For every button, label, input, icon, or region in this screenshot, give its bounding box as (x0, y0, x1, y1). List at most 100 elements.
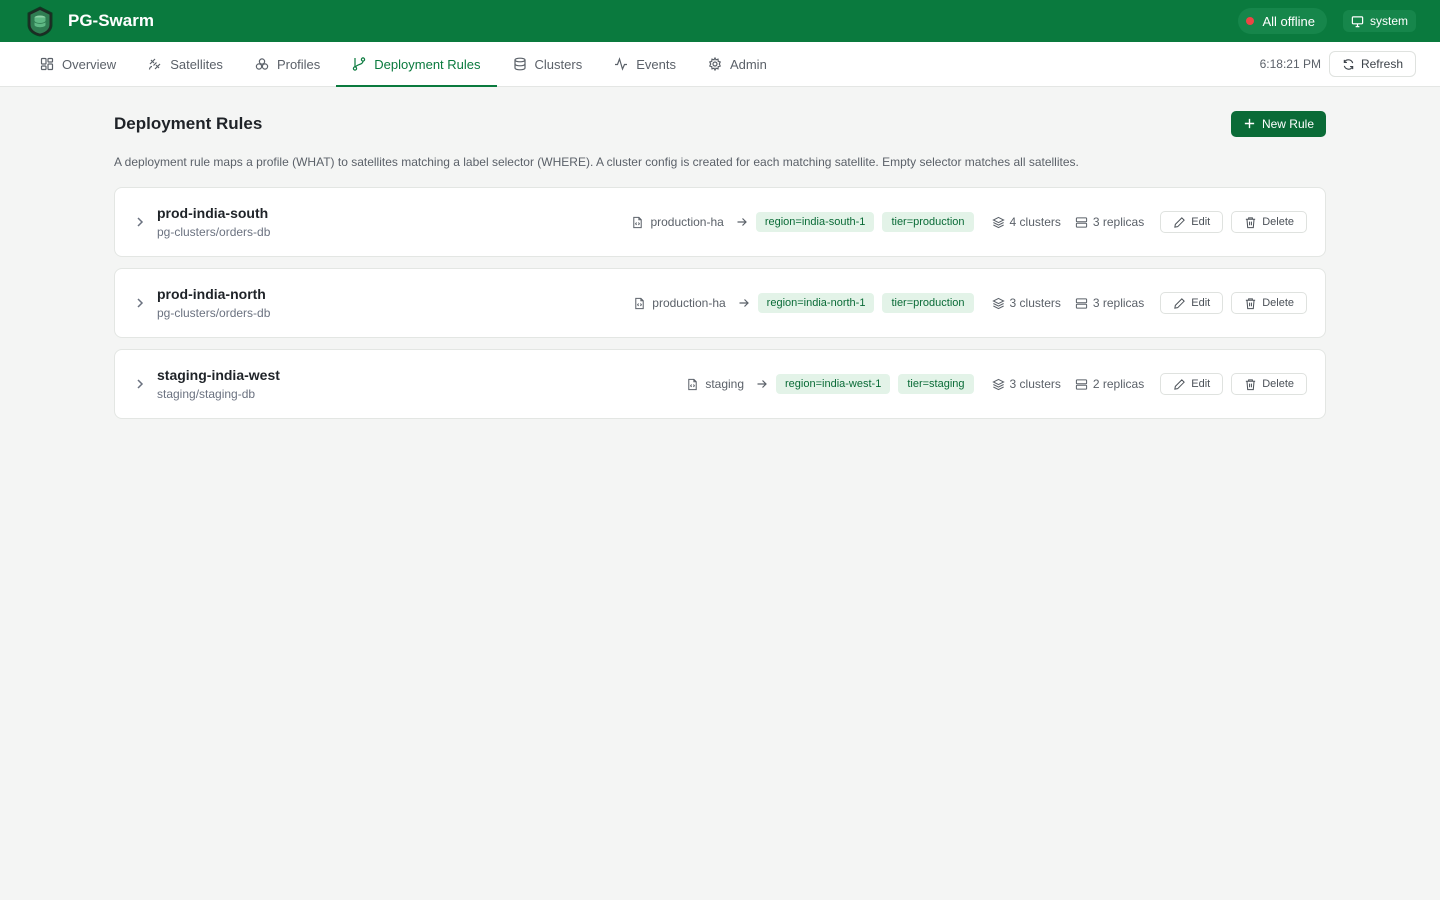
new-rule-label: New Rule (1261, 116, 1314, 131)
file-code-icon (633, 216, 643, 228)
rule-row[interactable]: prod-india-north pg-clusters/orders-db p… (114, 268, 1326, 338)
tab-events[interactable]: Events (598, 42, 692, 86)
page-description: A deployment rule maps a profile (WHAT) … (114, 155, 1079, 169)
delete-button[interactable]: Delete (1231, 373, 1307, 395)
user-badge[interactable]: system (1342, 10, 1416, 32)
clusters-count: 3 clusters (1009, 296, 1061, 310)
edit-button[interactable]: Edit (1160, 211, 1224, 233)
tab-admin[interactable]: Admin (692, 42, 783, 86)
satellite-icon (149, 58, 161, 70)
clusters-count: 3 clusters (1009, 377, 1061, 391)
tab-label: Events (636, 56, 676, 72)
edit-label: Edit (1191, 297, 1211, 309)
tab-label: Deployment Rules (374, 56, 481, 72)
label-selector-badge: tier=production (882, 212, 974, 232)
clusters-count: 4 clusters (1009, 215, 1061, 229)
connection-status-badge[interactable]: All offline (1238, 8, 1327, 34)
main-nav: Overview Satellites Profiles Deployment … (0, 42, 1440, 87)
file-code-icon (688, 378, 698, 390)
app-title: PG-Swarm (68, 11, 154, 30)
main-content: Deployment Rules New Rule A deployment r… (114, 110, 1326, 419)
database-icon (513, 57, 526, 71)
rule-replicas: 3 replicas (1075, 215, 1144, 229)
label-selector-badge: region=india-north-1 (757, 293, 875, 313)
trash-icon (1246, 378, 1256, 390)
rule-name: staging-india-west (157, 367, 280, 383)
connection-status-label: All offline (1262, 13, 1315, 29)
pg-swarm-logo-icon (24, 5, 56, 37)
rule-replicas: 2 replicas (1075, 377, 1144, 391)
rule-profile: production-ha (633, 296, 726, 310)
file-code-icon (635, 297, 645, 309)
plus-icon (1244, 118, 1255, 129)
git-branch-icon (353, 57, 366, 71)
chevron-right-icon[interactable] (133, 377, 147, 391)
monitor-icon (1351, 15, 1364, 27)
layers-icon (991, 216, 1005, 228)
tab-clusters[interactable]: Clusters (497, 42, 599, 86)
rule-row[interactable]: prod-india-south pg-clusters/orders-db p… (114, 187, 1326, 257)
replicas-count: 3 replicas (1092, 215, 1145, 229)
label-selector-badge: tier=staging (898, 374, 974, 394)
trash-icon (1246, 297, 1256, 309)
delete-button[interactable]: Delete (1231, 211, 1307, 233)
refresh-button[interactable]: Refresh (1328, 51, 1416, 77)
tab-label: Profiles (276, 56, 321, 72)
rule-profile-label: production-ha (652, 296, 726, 310)
label-selector-badge: region=india-south-1 (755, 212, 875, 232)
offline-dot-icon (1246, 17, 1255, 25)
pencil-icon (1174, 378, 1186, 390)
rule-replicas: 3 replicas (1075, 296, 1144, 310)
layers-icon (991, 297, 1005, 309)
edit-button[interactable]: Edit (1160, 292, 1224, 314)
tab-label: Admin (729, 56, 767, 72)
rule-namespace: staging/staging-db (157, 387, 256, 401)
rule-list: prod-india-south pg-clusters/orders-db p… (114, 187, 1326, 419)
rule-row[interactable]: staging-india-west staging/staging-db st… (114, 349, 1326, 419)
chevron-right-icon[interactable] (133, 296, 147, 310)
delete-button[interactable]: Delete (1231, 292, 1307, 314)
rule-profile: production-ha (631, 215, 724, 229)
replicas-count: 2 replicas (1092, 377, 1145, 391)
tab-satellites[interactable]: Satellites (132, 42, 239, 86)
arrow-right-icon (757, 380, 767, 388)
refresh-label: Refresh (1360, 57, 1403, 71)
label-selector-badge: region=india-west-1 (776, 374, 891, 394)
tab-profiles[interactable]: Profiles (239, 42, 336, 86)
delete-label: Delete (1262, 297, 1294, 309)
rule-namespace: pg-clusters/orders-db (157, 225, 271, 239)
rule-name: prod-india-north (157, 286, 266, 302)
tab-label: Overview (62, 56, 117, 72)
grid-icon (40, 57, 54, 71)
rule-clusters: 4 clusters (991, 215, 1061, 229)
trash-icon (1246, 216, 1256, 228)
rule-namespace: pg-clusters/orders-db (157, 306, 271, 320)
page-title: Deployment Rules (114, 113, 263, 133)
refresh-icon (1343, 58, 1354, 70)
new-rule-button[interactable]: New Rule (1230, 110, 1326, 137)
pencil-icon (1174, 297, 1186, 309)
chevron-right-icon[interactable] (133, 215, 147, 229)
tab-label: Clusters (534, 56, 583, 72)
rule-profile: staging (686, 377, 744, 391)
tab-overview[interactable]: Overview (24, 42, 132, 86)
delete-label: Delete (1262, 378, 1294, 390)
gear-icon (708, 57, 721, 71)
rule-profile-label: staging (705, 377, 745, 391)
delete-label: Delete (1262, 216, 1294, 228)
pencil-icon (1174, 216, 1186, 228)
rule-clusters: 3 clusters (991, 296, 1061, 310)
layers-icon (991, 378, 1005, 390)
edit-button[interactable]: Edit (1160, 373, 1224, 395)
rule-profile-label: production-ha (650, 215, 724, 229)
top-header: PG-Swarm All offline system (0, 0, 1440, 42)
label-selector-badge: tier=production (882, 293, 974, 313)
user-label: system (1369, 14, 1408, 28)
rule-clusters: 3 clusters (991, 377, 1061, 391)
tab-deployment-rules[interactable]: Deployment Rules (336, 42, 497, 87)
profiles-icon (255, 58, 269, 70)
arrow-right-icon (739, 299, 749, 307)
server-icon (1075, 378, 1087, 390)
current-time: 6:18:21 PM (1259, 57, 1321, 71)
edit-label: Edit (1191, 378, 1211, 390)
